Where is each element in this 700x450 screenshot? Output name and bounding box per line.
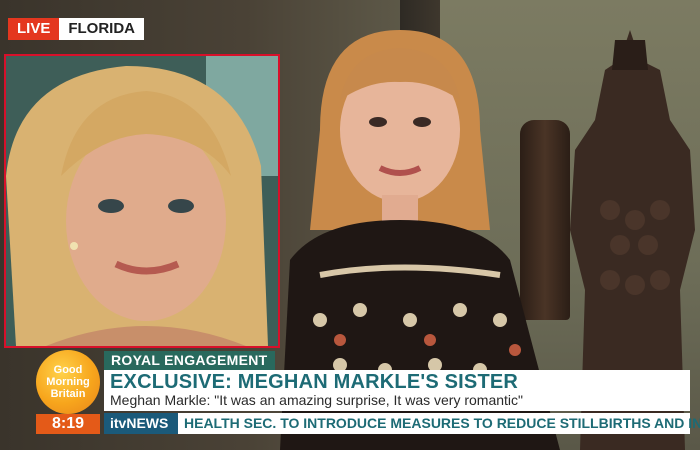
inset-portrait xyxy=(6,56,278,346)
inset-photo xyxy=(4,54,280,348)
gmb-logo: Good Morning Britain xyxy=(36,350,100,414)
time-display: 8:19 xyxy=(36,414,100,434)
headline-strap: EXCLUSIVE: MEGHAN MARKLE'S SISTER Meghan… xyxy=(104,370,690,411)
itv-news-logo: itvNEWS xyxy=(104,413,178,434)
subline-text: Meghan Markle: "It was an amazing surpri… xyxy=(110,392,523,408)
live-badge: LIVE FLORIDA xyxy=(8,18,145,40)
logo-line-3: Britain xyxy=(50,388,86,400)
news-ticker: itvNEWS HEALTH SEC. TO INTRODUCE MEASURE… xyxy=(104,413,700,434)
category-strap: ROYAL ENGAGEMENT xyxy=(104,351,275,370)
headline-text: EXCLUSIVE: MEGHAN MARKLE'S SISTER xyxy=(110,371,519,393)
live-label: LIVE xyxy=(8,18,60,40)
location-label: FLORIDA xyxy=(59,18,145,40)
logo-line-1: Good xyxy=(53,364,83,376)
broadcast-scene: LIVE FLORIDA Good Morning Britain 8:19 R… xyxy=(0,0,700,450)
ticker-text: HEALTH SEC. TO INTRODUCE MEASURES TO RED… xyxy=(184,415,700,431)
logo-line-2: Morning xyxy=(46,376,90,388)
